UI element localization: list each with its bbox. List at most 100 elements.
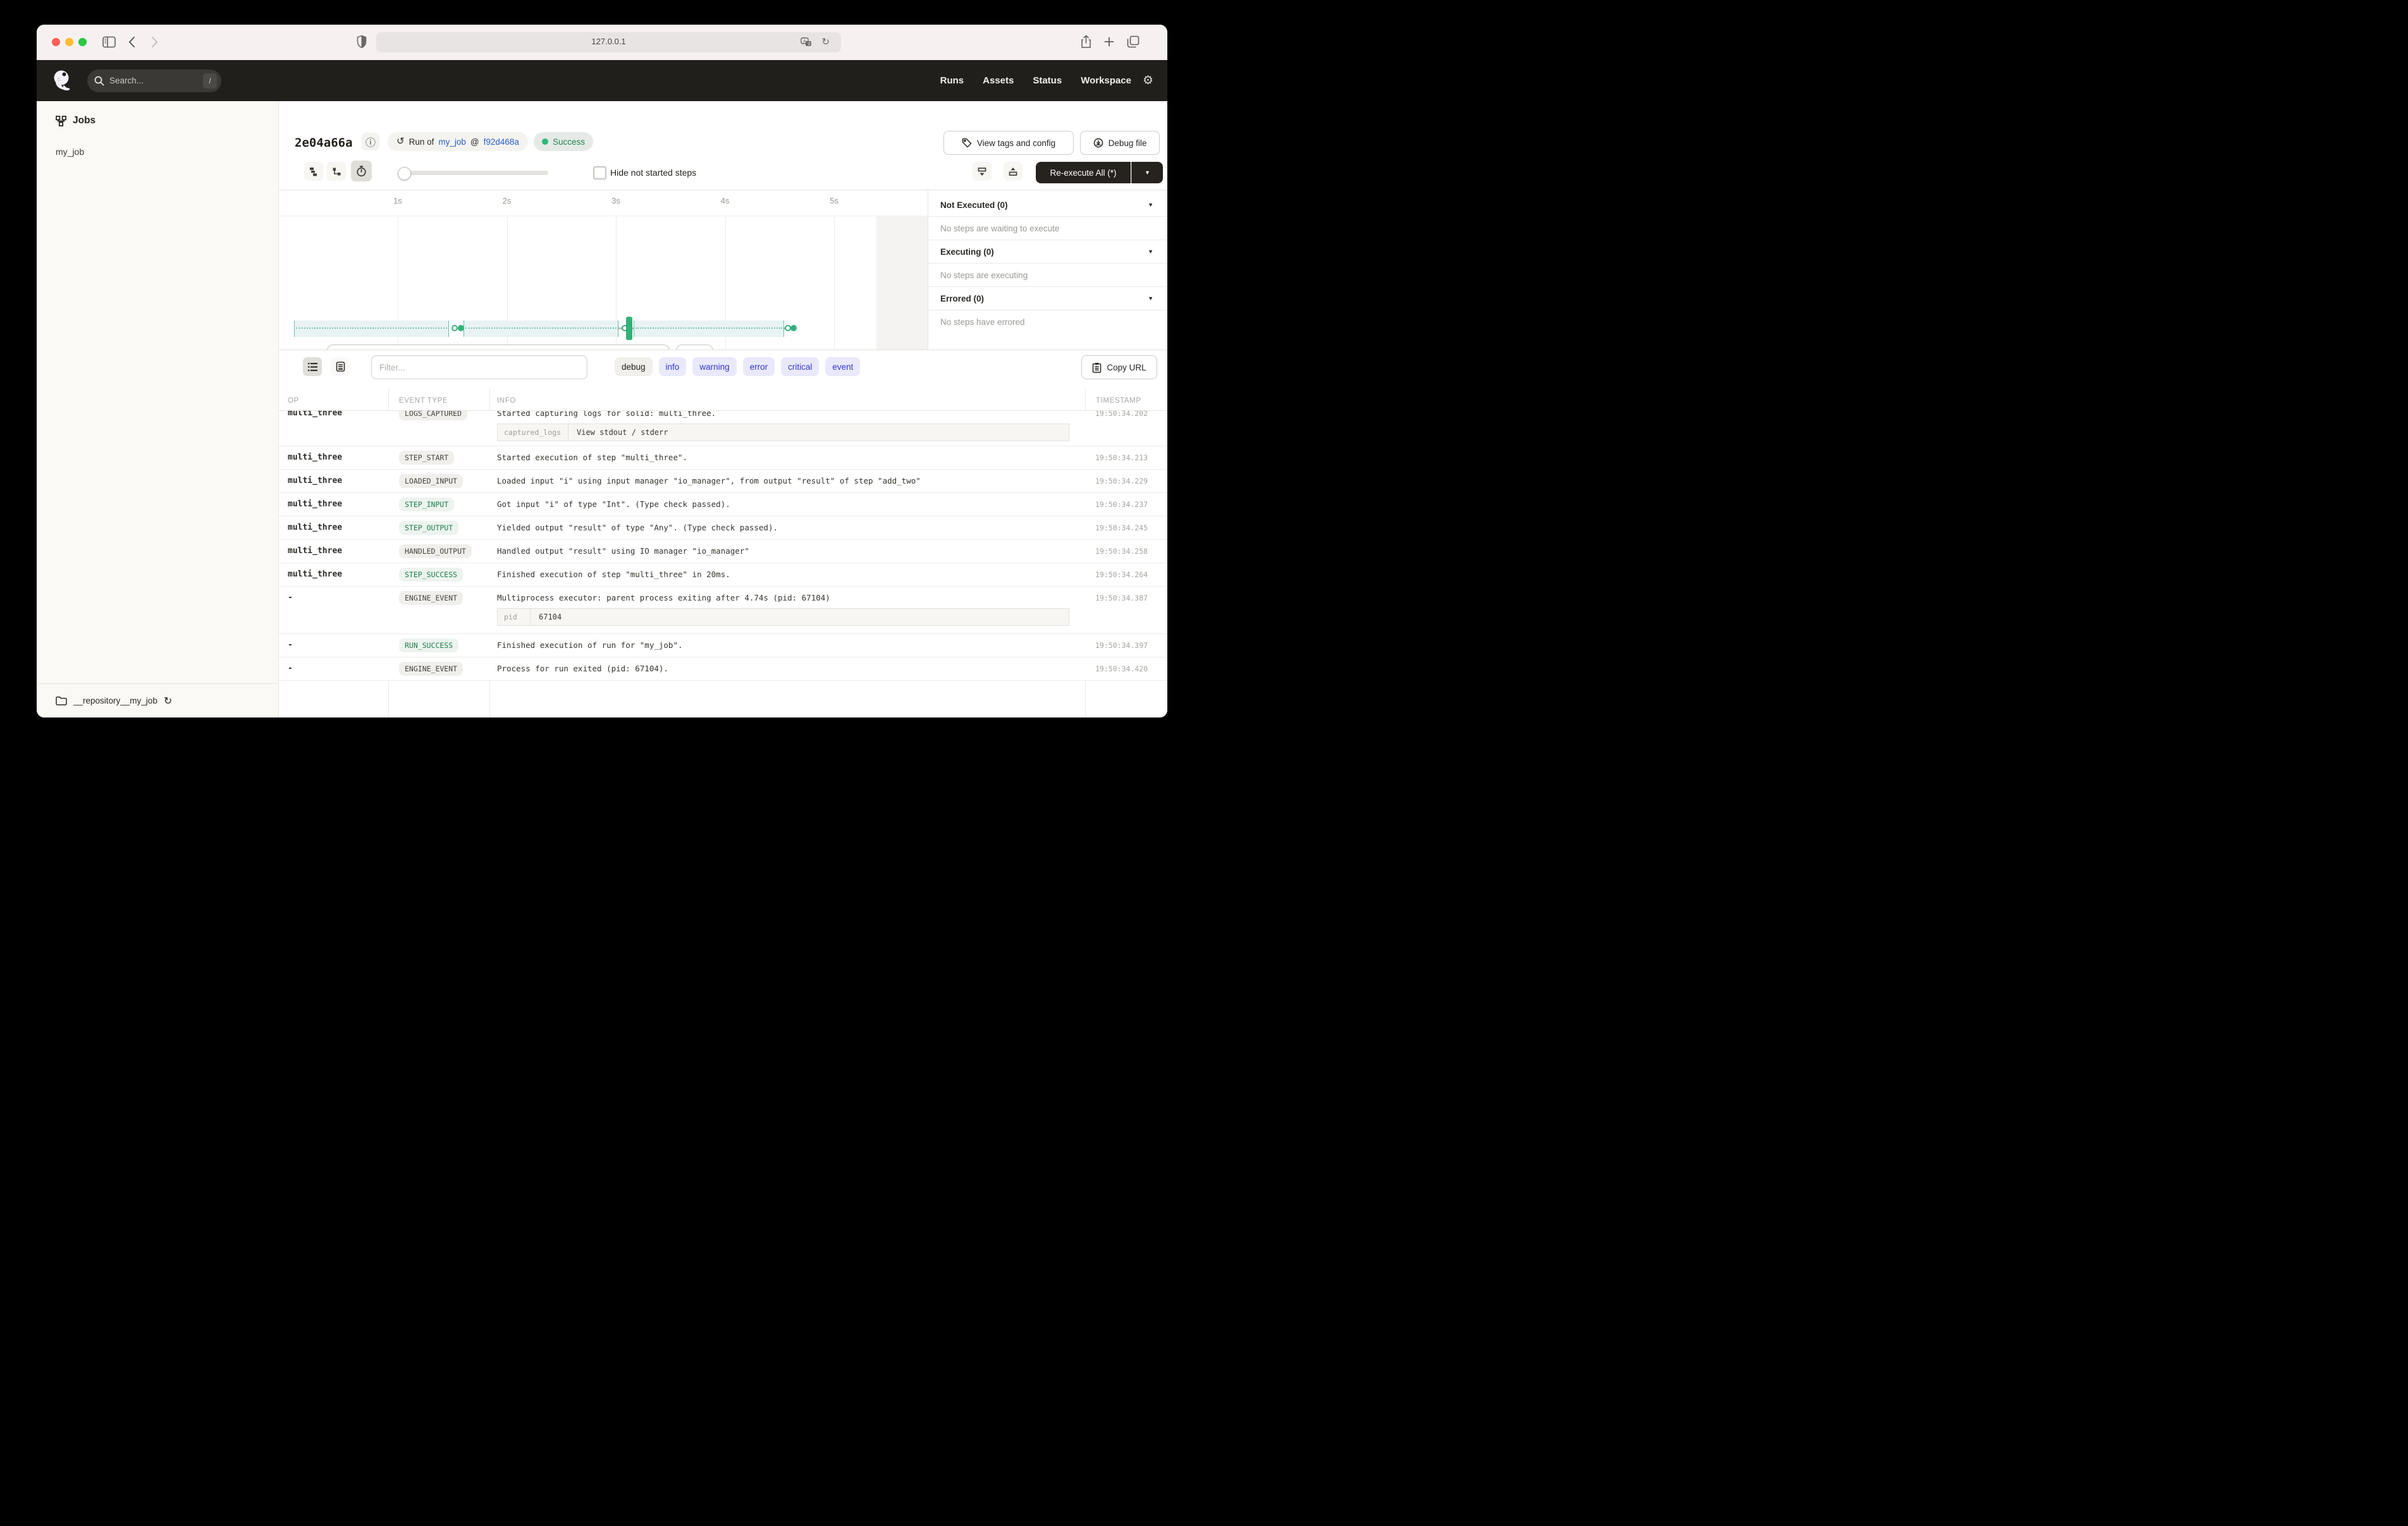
log-row[interactable]: multi_threeLOADED_INPUTLoaded input "i" … [279,470,1167,493]
nav-item-status[interactable]: Status [1033,75,1062,86]
search-icon [94,76,104,86]
timed-gantt-view-button[interactable] [351,161,372,181]
log-list-view-button[interactable] [303,357,322,376]
sidebar-toggle-icon[interactable] [102,36,116,48]
minimize-window-button[interactable] [65,38,73,46]
log-filter-placeholder: Filter... [379,363,405,372]
nav-item-assets[interactable]: Assets [983,75,1014,86]
dagster-logo-icon[interactable] [51,68,76,94]
privacy-shield-icon[interactable] [357,35,367,49]
forward-icon[interactable] [151,36,158,48]
section-not-executed[interactable]: Not Executed (0) ▼ [928,193,1167,217]
log-row[interactable]: multi_threeSTEP_SUCCESSFinished executio… [279,563,1167,587]
log-row[interactable]: -RUN_SUCCESSFinished execution of run fo… [279,634,1167,657]
nav-item-runs[interactable]: Runs [940,75,964,86]
log-timestamp: 19:50:34.245 [1084,516,1167,539]
step-status-panel: Not Executed (0) ▼ No steps are waiting … [928,190,1167,350]
run-page-main: 2e04a66a ⓘ ↺ Run of my_job @ f92d468a Su… [279,101,1167,717]
log-level-chip-error[interactable]: error [743,357,775,376]
metadata-key: pid [498,609,531,625]
at-separator: @ [470,137,479,147]
log-event-type-cell: HANDLED_OUTPUT [388,540,489,563]
log-op: - [279,634,388,657]
sidebar-repository-footer[interactable]: __repository__my_job ↻ [37,683,278,717]
hide-not-started-checkbox[interactable] [593,166,606,180]
gantt-step-span[interactable] [634,320,784,337]
reload-repository-icon[interactable]: ↻ [164,695,172,707]
log-row[interactable]: multi_threeSTEP_OUTPUTYielded output "re… [279,516,1167,540]
snapshot-link[interactable]: f92d468a [484,137,519,147]
gantt-marker-open[interactable] [452,325,458,331]
chevron-down-icon: ▼ [1145,169,1150,176]
log-event-type-cell: STEP_INPUT [388,493,489,516]
log-info-text: Finished execution of step "multi_three"… [497,570,1078,579]
section-caption: No steps have errored [940,317,1025,327]
reexecute-all-button[interactable]: Re-execute All (*) [1036,162,1131,183]
translate-icon[interactable]: A文 [801,37,812,47]
expand-panel-icon[interactable] [1004,162,1023,181]
log-level-chip-debug[interactable]: debug [615,357,653,376]
global-search-input[interactable]: Search... / [87,70,221,92]
metadata-value[interactable]: View stdout / stderr [568,424,677,441]
gantt-marker-bar[interactable] [626,317,632,340]
nav-item-workspace[interactable]: Workspace [1081,75,1131,86]
log-level-chip-event[interactable]: event [825,357,860,376]
gantt-axis-tick: 4s [711,196,739,205]
column-header-info: INFO [497,397,516,405]
sidebar-item-my-job[interactable]: my_job [56,147,84,157]
gantt-chart[interactable]: Type a Step Subset (ex: add_two+*) Hide … [279,190,928,350]
log-info-cell: Started capturing logs for solid: multi_… [489,411,1084,446]
reexecute-options-dropdown[interactable]: ▼ [1131,162,1163,183]
settings-gear-icon[interactable]: ⚙ [1143,73,1153,88]
log-filter-input[interactable]: Filter... [371,355,587,379]
app-header: Search... / Runs Assets Status Workspace ⚙ [37,60,1167,101]
log-info-text: Loaded input "i" using input manager "io… [497,476,1078,485]
log-row[interactable]: multi_threeHANDLED_OUTPUTHandled output … [279,540,1167,563]
gantt-zoom-slider[interactable] [399,171,548,175]
slider-thumb[interactable] [398,167,411,180]
close-window-button[interactable] [52,38,60,46]
job-link[interactable]: my_job [438,137,466,147]
gantt-step-span[interactable] [294,320,449,337]
tab-overview-icon[interactable] [1127,35,1140,48]
event-type-tag: RUN_SUCCESS [399,638,458,652]
tag-icon [962,138,972,148]
log-level-chip-warning[interactable]: warning [692,357,736,376]
apply-subset-button[interactable] [676,345,713,350]
waterfall-view-button[interactable] [327,162,346,181]
log-level-chips: debug info warning error critical event [615,357,860,376]
log-structured-view-button[interactable] [331,357,350,376]
log-info-text: Process for run exited (pid: 67104). [497,664,1078,673]
log-level-chip-info[interactable]: info [659,357,687,376]
share-icon[interactable] [1081,35,1091,49]
metadata-key: captured_logs [498,424,568,441]
log-op: multi_three [279,516,388,539]
zoom-window-button[interactable] [78,38,87,46]
address-bar[interactable]: 127.0.0.1 A文 ↻ [376,32,841,52]
view-tags-config-button[interactable]: View tags and config [943,131,1074,155]
run-context-prefix: Run of [409,137,434,147]
gantt-marker-dot[interactable] [458,325,464,331]
status-label: Success [553,137,585,147]
log-row[interactable]: -ENGINE_EVENTProcess for run exited (pid… [279,657,1167,681]
log-row[interactable]: -ENGINE_EVENTMultiprocess executor: pare… [279,587,1167,634]
new-tab-icon[interactable] [1104,37,1114,47]
back-icon[interactable] [128,36,135,48]
event-type-tag: ENGINE_EVENT [399,591,463,605]
flat-gantt-view-button[interactable] [304,162,323,181]
gantt-step-span[interactable] [464,320,618,337]
log-level-chip-critical[interactable]: critical [781,357,819,376]
collapse-panel-icon[interactable] [973,162,992,181]
reload-icon[interactable]: ↻ [821,36,830,47]
gantt-marker-dot[interactable] [790,325,797,331]
section-errored[interactable]: Errored (0) ▼ [928,287,1167,310]
log-row[interactable]: multi_threeSTEP_STARTStarted execution o… [279,446,1167,470]
log-row[interactable]: multi_threeLOGS_CAPTUREDStarted capturin… [279,411,1167,446]
copy-url-button[interactable]: Copy URL [1081,355,1157,379]
log-info-cell: Process for run exited (pid: 67104). [489,657,1084,680]
log-row[interactable]: multi_threeSTEP_INPUTGot input "i" of ty… [279,493,1167,516]
debug-file-button[interactable]: Debug file [1080,131,1160,155]
section-executing[interactable]: Executing (0) ▼ [928,240,1167,264]
run-info-icon[interactable]: ⓘ [362,133,379,150]
step-subset-input[interactable]: Type a Step Subset (ex: add_two+*) [327,345,670,350]
